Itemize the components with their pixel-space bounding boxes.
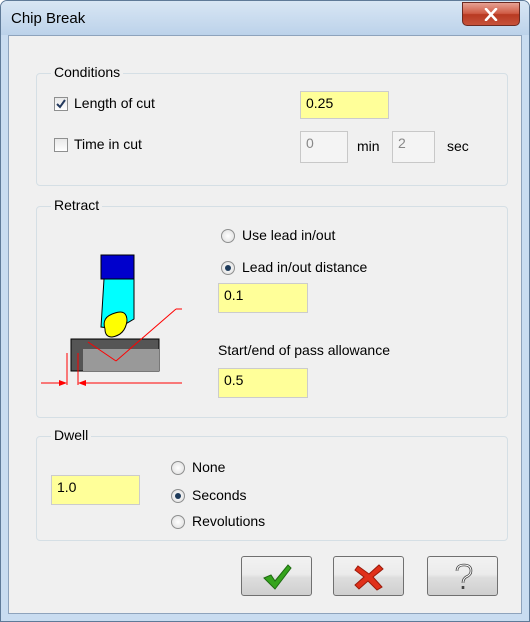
title-bar[interactable]: Chip Break bbox=[1, 1, 529, 35]
dwell-input[interactable]: 1.0 bbox=[51, 475, 140, 505]
dwell-revolutions-radio[interactable] bbox=[171, 515, 185, 529]
lead-distance-label: Lead in/out distance bbox=[242, 259, 368, 275]
length-of-cut-input[interactable]: 0.25 bbox=[300, 91, 389, 119]
dwell-none-label: None bbox=[192, 459, 226, 475]
allowance-label: Start/end of pass allowance bbox=[218, 342, 390, 358]
time-min-input[interactable]: 0 bbox=[300, 131, 348, 163]
time-sec-input[interactable]: 2 bbox=[392, 131, 435, 163]
time-in-cut-label: Time in cut bbox=[74, 136, 142, 152]
lead-distance-input[interactable]: 0.1 bbox=[218, 283, 308, 313]
dwell-group: Dwell 1.0 None Seconds Revolutions bbox=[36, 427, 508, 541]
ok-button[interactable] bbox=[241, 556, 312, 596]
use-lead-label: Use lead in/out bbox=[242, 227, 336, 243]
sec-label: sec bbox=[447, 138, 469, 154]
help-button[interactable] bbox=[427, 556, 498, 596]
dwell-seconds-radio[interactable] bbox=[171, 489, 185, 503]
conditions-group-label: Conditions bbox=[51, 64, 124, 80]
conditions-group: Conditions Length of cut 0.25 Time in cu… bbox=[36, 64, 508, 186]
dialog-window: Chip Break Conditions Length of cut 0.25… bbox=[0, 0, 530, 622]
retract-group: Retract Use lead in/out Lead in/out dist… bbox=[36, 197, 508, 418]
length-of-cut-checkbox[interactable] bbox=[54, 97, 68, 111]
dwell-none-radio[interactable] bbox=[171, 461, 185, 475]
time-in-cut-checkbox[interactable] bbox=[54, 138, 68, 152]
length-of-cut-label: Length of cut bbox=[74, 95, 155, 111]
dwell-seconds-label: Seconds bbox=[192, 487, 247, 503]
retract-group-label: Retract bbox=[51, 197, 103, 213]
checkmark-icon bbox=[56, 99, 66, 109]
cancel-button[interactable] bbox=[333, 556, 404, 596]
dwell-revolutions-label: Revolutions bbox=[192, 513, 266, 529]
checkmark-icon bbox=[263, 564, 292, 590]
close-icon bbox=[484, 8, 498, 21]
dialog-body: Conditions Length of cut 0.25 Time in cu… bbox=[8, 35, 522, 614]
min-label: min bbox=[357, 138, 380, 154]
allowance-input[interactable]: 0.5 bbox=[218, 368, 308, 398]
window-title: Chip Break bbox=[11, 10, 86, 27]
close-button[interactable] bbox=[462, 2, 520, 26]
use-lead-radio[interactable] bbox=[221, 229, 235, 243]
chip-break-diagram bbox=[41, 254, 182, 386]
x-icon bbox=[354, 564, 384, 591]
question-mark-icon bbox=[455, 563, 473, 589]
dwell-group-label: Dwell bbox=[51, 427, 92, 443]
lead-distance-radio[interactable] bbox=[221, 261, 235, 275]
